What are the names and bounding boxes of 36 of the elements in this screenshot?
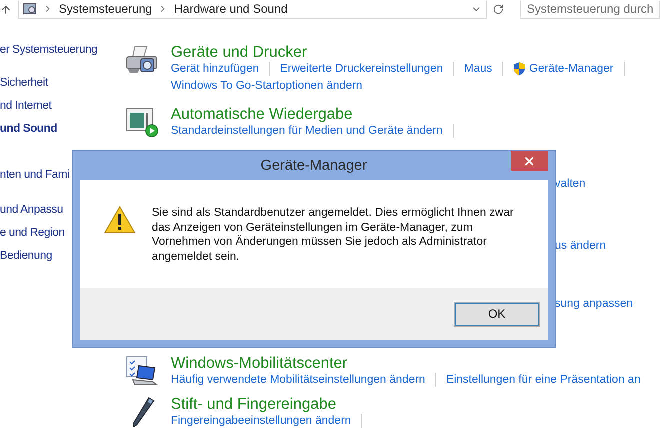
close-icon — [523, 154, 536, 168]
close-button[interactable] — [511, 151, 548, 171]
breadcrumb[interactable]: Hardware und Sound — [174, 2, 288, 16]
dialog-title: Geräte-Manager — [260, 158, 368, 174]
task-link[interactable]: us ändern — [555, 240, 660, 252]
task-link[interactable]: Maus — [464, 63, 492, 75]
breadcrumb[interactable]: Systemsteuerung — [58, 2, 152, 16]
category-title[interactable]: Automatische Wiedergabe — [171, 105, 641, 124]
task-link[interactable]: Einstellungen für eine Präsentation an — [446, 374, 641, 386]
printer-icon — [125, 45, 159, 75]
task-link[interactable]: Häufig verwendete Mobilitätseinstellungen ändern — [171, 374, 426, 386]
task-link[interactable]: sung anpassen — [555, 298, 660, 310]
task-link[interactable]: Fingereingabeeinstellungen ändern — [171, 415, 352, 427]
control-panel-icon — [22, 3, 37, 15]
search-field[interactable]: Systemsteuerung durch — [520, 0, 660, 18]
sidebar-item[interactable]: und Sound — [0, 122, 110, 168]
category-title[interactable]: Geräte und Drucker — [171, 43, 641, 62]
shield-icon — [513, 62, 526, 76]
task-link[interactable]: Erweiterte Druckereinstellungen — [280, 63, 444, 75]
ok-button[interactable]: OK — [454, 302, 540, 326]
sidebar-item[interactable]: er Systemsteuerung — [0, 43, 110, 76]
task-link[interactable]: Geräte-Manager — [513, 62, 614, 76]
task-link[interactable]: Standardeinstellungen für Medien und Geräte ändern — [171, 125, 443, 137]
task-link[interactable]: Gerät hinzufügen — [171, 63, 260, 75]
warning-icon — [104, 206, 136, 234]
category-title[interactable]: Stift- und Fingereingabe — [171, 395, 660, 414]
up-arrow-icon[interactable] — [0, 4, 12, 16]
dialog-message: Sie sind als Standardbenutzer angemeldet. Dies ermöglicht Ihnen zwar das Anzeigen von Geräteinstellungen im Geräte-Manager, zum Vornehmen von Änderungen müssen Sie jedoch als Administrator angemeldet sein. — [152, 206, 515, 264]
media-window-icon — [125, 107, 159, 137]
category-title[interactable]: Windows-Mobilitätscenter — [171, 354, 660, 373]
task-link[interactable]: Windows To Go-Startoptionen ändern — [171, 80, 363, 92]
sidebar-item[interactable]: nd Internet — [0, 99, 110, 122]
task-link[interactable]: valten — [555, 178, 660, 190]
refresh-icon[interactable] — [493, 4, 504, 15]
laptop-icon — [125, 356, 159, 386]
sidebar-item[interactable]: Sicherheit — [0, 76, 110, 99]
